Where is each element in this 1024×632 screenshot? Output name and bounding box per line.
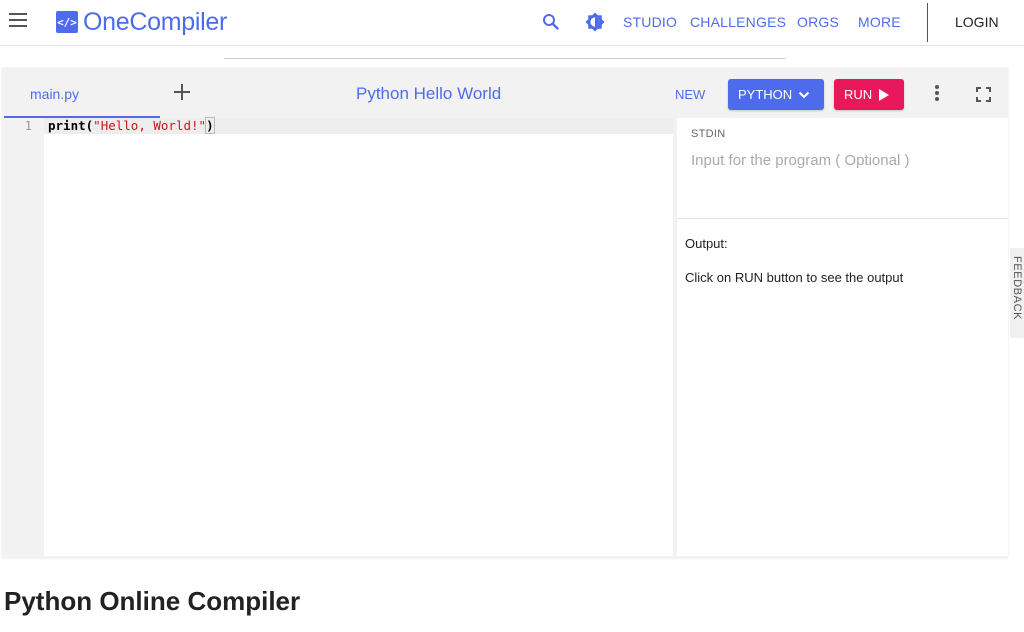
- add-file-icon[interactable]: [174, 84, 190, 100]
- editor-toolbar: main.py Python Hello World NEW PYTHON RU…: [2, 68, 1008, 118]
- stdin-section: STDIN: [677, 118, 1008, 219]
- line-number: 1: [24, 119, 32, 133]
- line-number-gutter: 1: [4, 118, 44, 556]
- login-link[interactable]: LOGIN: [955, 14, 999, 30]
- feedback-tab[interactable]: FEEDBACK: [1010, 248, 1024, 338]
- code-close-paren: ): [205, 117, 215, 134]
- chevron-down-icon: [798, 91, 810, 98]
- logo[interactable]: </> OneCompiler: [56, 8, 227, 36]
- stdin-input[interactable]: [687, 148, 997, 208]
- io-panel: STDIN Output: Click on RUN button to see…: [677, 118, 1008, 556]
- logo-mark-icon: </>: [56, 11, 78, 33]
- code-title[interactable]: Python Hello World: [356, 84, 501, 104]
- new-button[interactable]: NEW: [675, 87, 705, 102]
- stdin-label: STDIN: [691, 128, 726, 140]
- run-button[interactable]: RUN: [834, 79, 904, 110]
- theme-icon[interactable]: [585, 12, 605, 32]
- top-navbar: </> OneCompiler STUDIO CHALLENGES ORGS M…: [0, 0, 1024, 46]
- run-label: RUN: [844, 87, 873, 102]
- feedback-label: FEEDBACK: [1011, 256, 1023, 321]
- logo-text: OneCompiler: [83, 7, 227, 36]
- file-tab-main[interactable]: main.py: [2, 68, 160, 118]
- fullscreen-icon[interactable]: [976, 87, 991, 102]
- output-text: Click on RUN button to see the output: [685, 270, 904, 285]
- file-tab-label: main.py: [30, 86, 80, 102]
- menu-icon[interactable]: [9, 13, 27, 27]
- language-label: PYTHON: [738, 87, 793, 102]
- code-function-token: print: [48, 118, 86, 133]
- language-dropdown-button[interactable]: PYTHON: [728, 79, 824, 110]
- more-options-icon[interactable]: [934, 85, 940, 103]
- nav-link-orgs[interactable]: ORGS: [797, 14, 839, 30]
- search-icon[interactable]: [542, 13, 560, 31]
- code-string-token: "Hello, World!": [93, 118, 207, 133]
- nav-link-more[interactable]: MORE: [858, 14, 901, 30]
- nav-link-challenges[interactable]: CHALLENGES: [690, 14, 786, 30]
- section-divider: [224, 58, 786, 59]
- nav-link-studio[interactable]: STUDIO: [623, 14, 677, 30]
- page-heading: Python Online Compiler: [4, 586, 301, 616]
- code-editor[interactable]: print("Hello, World!"): [44, 117, 673, 556]
- play-icon: [879, 88, 890, 101]
- editor-card: main.py Python Hello World NEW PYTHON RU…: [2, 68, 1008, 558]
- nav-divider: [927, 3, 928, 42]
- output-label: Output:: [685, 236, 728, 251]
- code-line[interactable]: print("Hello, World!"): [48, 117, 215, 134]
